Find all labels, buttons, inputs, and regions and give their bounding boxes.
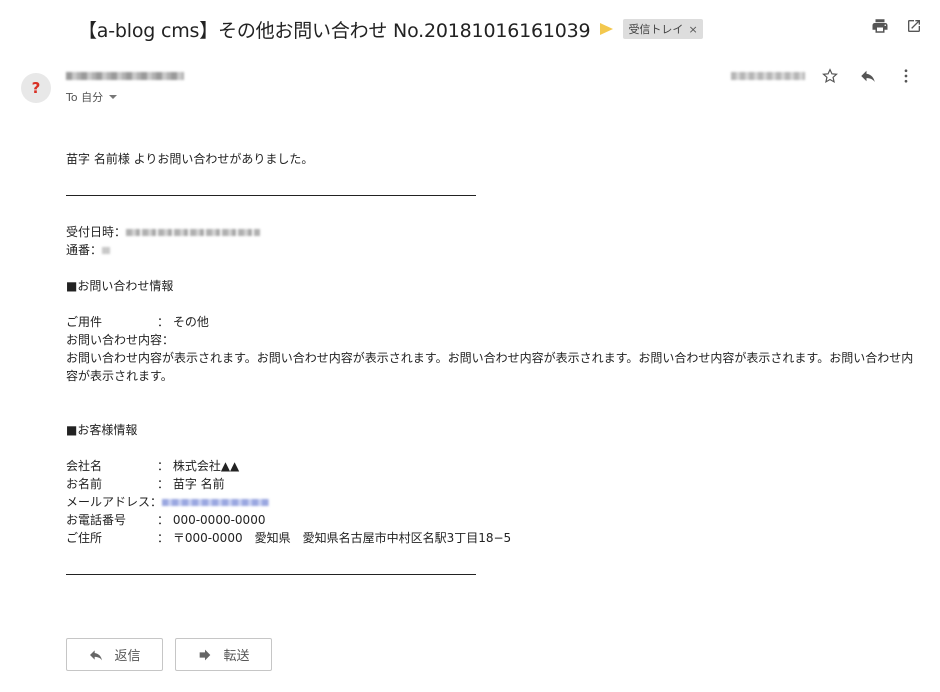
email-subject: 【a-blog cms】その他お問い合わせ No.20181016161039	[78, 19, 591, 42]
star-icon[interactable]	[820, 66, 840, 86]
reply-icon[interactable]	[858, 66, 878, 86]
sender-name-redacted	[66, 72, 184, 80]
serial-number-redacted	[102, 247, 111, 254]
more-vert-icon[interactable]	[896, 66, 916, 86]
received-datetime-redacted	[126, 229, 261, 236]
forward-label: 転送	[223, 649, 250, 664]
customer-heading: ■お客様情報	[66, 423, 138, 437]
received-datetime-row: 受付日時：	[66, 223, 926, 241]
name-value: ： 苗字 名前	[157, 477, 225, 491]
inbox-label-text: 受信トレイ	[628, 23, 684, 36]
company-value: ： 株式会社▲▲	[157, 459, 240, 473]
inquiry-heading: ■お問い合わせ情報	[66, 279, 174, 293]
recipient-details-toggle[interactable]: To 自分	[66, 89, 118, 105]
thread-actions	[870, 16, 924, 36]
company-label: 会社名	[66, 459, 103, 473]
important-marker-icon[interactable]	[600, 23, 614, 35]
phone-label: お電話番号	[66, 513, 127, 527]
divider-bottom	[66, 574, 476, 575]
forward-button[interactable]: 転送	[175, 638, 272, 671]
recipient-text: To 自分	[66, 91, 104, 104]
message-actions	[820, 66, 916, 86]
date-redacted	[731, 72, 805, 80]
name-row: お名前 ： 苗字 名前	[66, 475, 926, 493]
email-row: メールアドレス：	[66, 493, 926, 511]
received-label: 受付日時：	[66, 225, 127, 239]
content-label: お問い合わせ内容：	[66, 333, 175, 347]
intro-line: 苗字 名前様 よりお問い合わせがありました。	[66, 152, 314, 166]
chevron-down-icon	[109, 95, 118, 99]
serial-number-label: 通番：	[66, 243, 103, 257]
reply-arrow-icon	[90, 649, 103, 660]
content-text: お問い合わせ内容が表示されます。お問い合わせ内容が表示されます。お問い合わせ内容…	[66, 351, 914, 383]
company-row: 会社名 ： 株式会社▲▲	[66, 457, 926, 475]
phone-row: お電話番号 ： 000-0000-0000	[66, 511, 926, 529]
message-body: 苗字 名前様 よりお問い合わせがありました。 受付日時： 通番： ■お問い合わせ…	[66, 150, 926, 575]
sender-avatar: ?	[21, 73, 51, 103]
purpose-label: ご用件	[66, 315, 103, 329]
open-in-new-window-icon[interactable]	[904, 16, 924, 36]
purpose-row: ご用件 ： その他	[66, 313, 926, 331]
email-address-redacted[interactable]	[162, 499, 270, 506]
reply-label: 返信	[114, 649, 141, 664]
purpose-value: ： その他	[157, 315, 209, 329]
email-label: メールアドレス：	[66, 495, 163, 509]
reply-forward-bar: 返信 転送	[66, 638, 272, 671]
serial-number-row: 通番：	[66, 241, 926, 259]
address-value: ： 〒000-0000 愛知県 愛知県名古屋市中村区名駅3丁目18−5	[157, 531, 512, 545]
reply-button[interactable]: 返信	[66, 638, 163, 671]
remove-label-icon[interactable]: ×	[688, 23, 697, 36]
subject-row: 【a-blog cms】その他お問い合わせ No.20181016161039 …	[78, 12, 930, 46]
name-label: お名前	[66, 477, 103, 491]
address-label: ご住所	[66, 531, 103, 545]
forward-arrow-icon	[200, 649, 211, 660]
inbox-label-chip[interactable]: 受信トレイ ×	[623, 19, 703, 39]
phone-value: ： 000-0000-0000	[157, 513, 266, 527]
print-icon[interactable]	[870, 16, 890, 36]
address-row: ご住所 ： 〒000-0000 愛知県 愛知県名古屋市中村区名駅3丁目18−5	[66, 529, 926, 547]
